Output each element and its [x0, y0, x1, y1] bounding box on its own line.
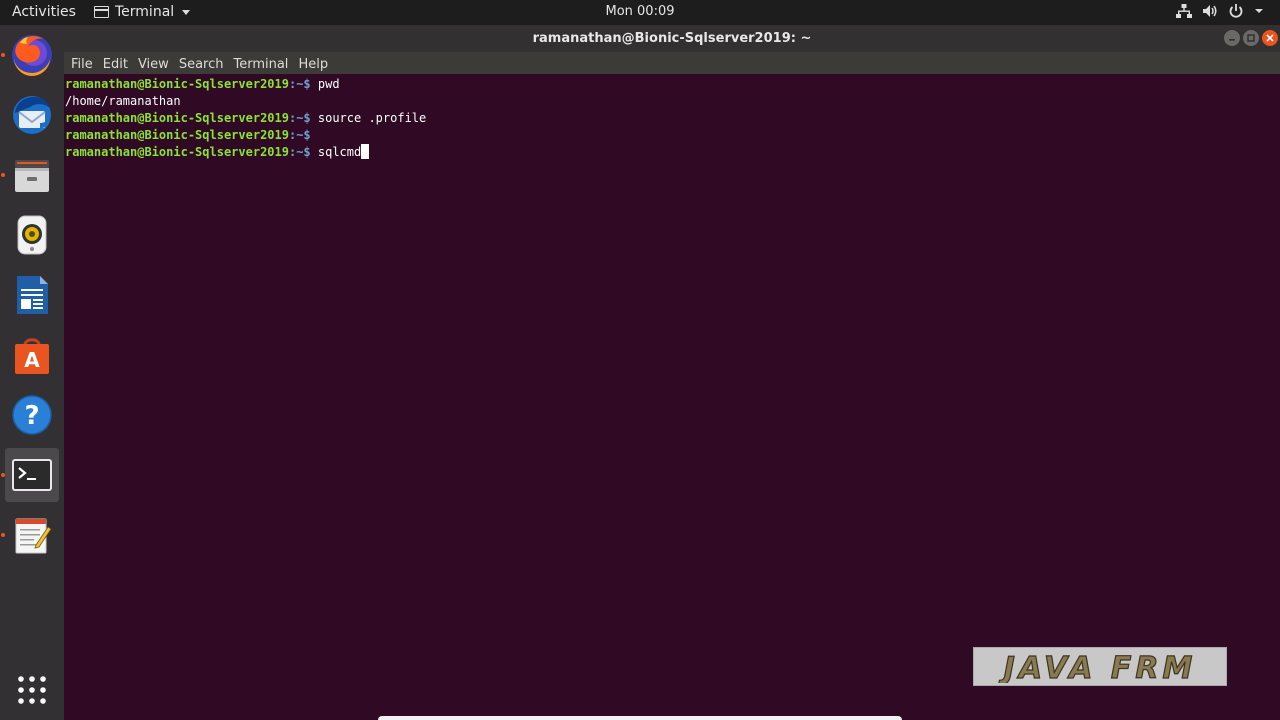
- menu-edit[interactable]: Edit: [98, 57, 133, 72]
- running-indicator: [1, 173, 5, 177]
- show-applications-grid-icon: [18, 676, 46, 704]
- running-indicator: [1, 533, 5, 537]
- svg-text:A: A: [24, 348, 40, 372]
- watermark-text: JAVA FRM: [999, 651, 1197, 683]
- clock[interactable]: Mon 00:09: [0, 4, 1280, 19]
- dock-item-thunderbird[interactable]: [5, 88, 59, 142]
- svg-text:?: ?: [24, 401, 39, 431]
- prompt-path: :~$: [288, 145, 311, 159]
- menu-file[interactable]: File: [66, 57, 98, 72]
- prompt-user-host: ramanathan@Bionic-Sqlserver2019: [65, 77, 289, 91]
- volume-icon[interactable]: [1202, 3, 1218, 19]
- system-indicators[interactable]: [1176, 3, 1264, 19]
- dock-item-terminal[interactable]: [5, 448, 59, 502]
- minimize-icon: [1229, 39, 1235, 41]
- video-progress-bar: [378, 716, 902, 720]
- network-icon[interactable]: [1176, 3, 1192, 19]
- prompt-user-host: ramanathan@Bionic-Sqlserver2019: [65, 128, 289, 142]
- writer-document-icon: [17, 276, 48, 314]
- scrollbar[interactable]: [1271, 74, 1280, 720]
- help-question-icon: ?: [12, 395, 52, 435]
- close-button[interactable]: [1262, 30, 1278, 46]
- prompt-path: :~$: [288, 77, 311, 91]
- dock: A ?: [0, 25, 64, 720]
- terminal-line: ramanathan@Bionic-Sqlserver2019:~$: [65, 127, 1271, 144]
- watermark-logo: JAVA FRM: [973, 647, 1227, 686]
- firefox-icon: [12, 35, 52, 77]
- ubuntu-software-bag-icon: A: [15, 338, 49, 374]
- running-indicator: [1, 473, 5, 477]
- command-text: sqlcmd: [310, 145, 362, 159]
- desktop: Activities Terminal Mon 00:09 A ? ramana…: [0, 0, 1280, 720]
- dock-item-firefox[interactable]: [5, 28, 59, 82]
- dock-item-rhythmbox[interactable]: [5, 208, 59, 262]
- terminal-window: ramanathan@Bionic-Sqlserver2019: ~ File …: [64, 25, 1280, 720]
- top-bar: Activities Terminal Mon 00:09: [0, 0, 1280, 25]
- minimize-button[interactable]: [1224, 30, 1240, 46]
- terminal-output[interactable]: ramanathan@Bionic-Sqlserver2019:~$ pwd /…: [64, 74, 1271, 720]
- terminal-line: /home/ramanathan: [65, 93, 1271, 110]
- maximize-button[interactable]: [1243, 30, 1259, 46]
- running-indicator: [1, 53, 5, 57]
- terminal-line: ramanathan@Bionic-Sqlserver2019:~$ sqlcm…: [65, 144, 1271, 161]
- terminal-icon: [12, 459, 52, 491]
- dock-item-help[interactable]: ?: [5, 388, 59, 442]
- terminal-line: ramanathan@Bionic-Sqlserver2019:~$ pwd: [65, 76, 1271, 93]
- system-menu-caret-icon[interactable]: [1254, 7, 1264, 15]
- window-title: ramanathan@Bionic-Sqlserver2019: ~: [532, 31, 812, 46]
- dock-item-software[interactable]: A: [5, 328, 59, 382]
- dock-item-libreoffice-writer[interactable]: [5, 268, 59, 322]
- menu-help[interactable]: Help: [293, 57, 333, 72]
- show-applications-button[interactable]: [5, 663, 59, 717]
- rhythmbox-speaker-icon: [17, 215, 47, 255]
- terminal-line: ramanathan@Bionic-Sqlserver2019:~$ sourc…: [65, 110, 1271, 127]
- menu-view[interactable]: View: [133, 57, 174, 72]
- window-titlebar[interactable]: ramanathan@Bionic-Sqlserver2019: ~: [64, 25, 1280, 52]
- command-text: pwd: [310, 77, 340, 91]
- text-editor-notepad-icon: [15, 518, 52, 554]
- text-cursor: [361, 144, 370, 159]
- power-icon[interactable]: [1228, 3, 1244, 19]
- thunderbird-mail-icon: [13, 96, 51, 134]
- menu-bar: File Edit View Search Terminal Help: [64, 52, 1280, 74]
- menu-search[interactable]: Search: [174, 57, 229, 72]
- dock-item-files[interactable]: [5, 148, 59, 202]
- window-controls: [1224, 30, 1278, 46]
- prompt-user-host: ramanathan@Bionic-Sqlserver2019: [65, 145, 289, 159]
- prompt-path: :~$: [288, 128, 311, 142]
- command-text: source .profile: [310, 111, 427, 125]
- prompt-path: :~$: [288, 111, 311, 125]
- java-frm-logo: JAVA FRM: [998, 651, 1197, 683]
- close-icon: [1266, 34, 1274, 42]
- dock-item-text-editor[interactable]: [5, 508, 59, 562]
- maximize-icon: [1247, 34, 1255, 42]
- prompt-user-host: ramanathan@Bionic-Sqlserver2019: [65, 111, 289, 125]
- files-cabinet-icon: [15, 160, 49, 192]
- menu-terminal[interactable]: Terminal: [228, 57, 293, 72]
- command-output: /home/ramanathan: [65, 94, 181, 108]
